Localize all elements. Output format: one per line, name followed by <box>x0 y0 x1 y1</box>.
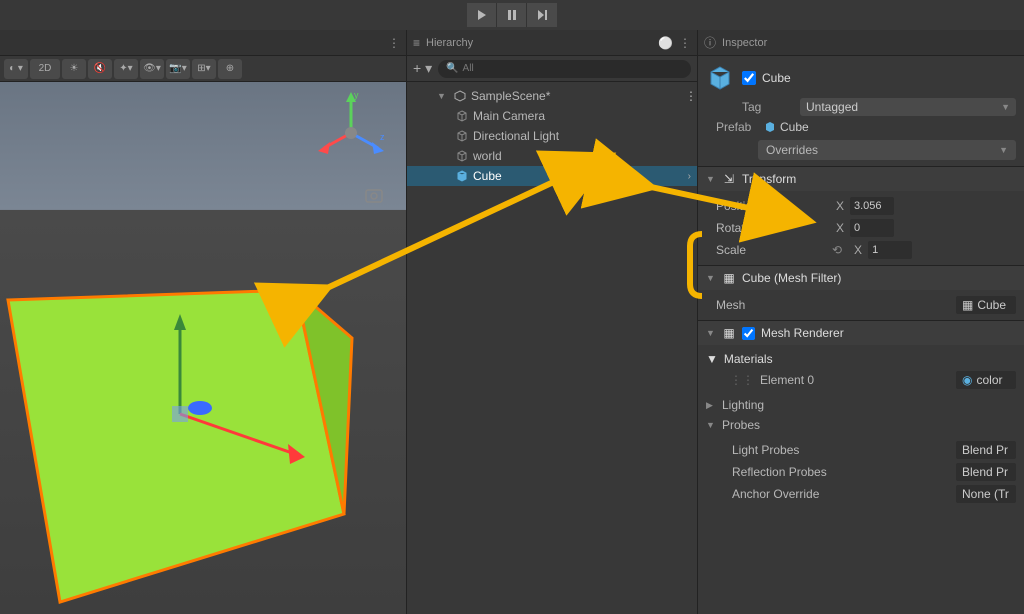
tag-label: Tag <box>742 100 792 114</box>
hierarchy-item-camera[interactable]: Main Camera <box>407 106 697 126</box>
link-icon[interactable]: ⟲ <box>832 243 842 257</box>
fold-arrow-icon[interactable]: ▼ <box>437 91 449 101</box>
materials-section[interactable]: ▼ Materials <box>706 349 1016 369</box>
reflection-probes-dropdown[interactable]: Blend Pr <box>956 463 1016 481</box>
position-x-field[interactable]: 3.056 <box>850 197 894 215</box>
scene-panel: ⋮ ◐ ▾ 2D ☀ 🔇 ✦▾ 👁▾ 📷▾ ⊞▾ ⊕ y z <box>0 30 406 614</box>
chevron-right-icon[interactable]: › <box>688 171 697 182</box>
scene-viewport[interactable]: y z <box>0 82 406 614</box>
transform-component: ▼ ⇲ Transform Position X 3.056 Rotation … <box>698 166 1024 265</box>
scene-tab-header: ⋮ <box>0 30 406 56</box>
active-checkbox[interactable] <box>742 71 756 85</box>
fold-arrow-icon[interactable]: ▼ <box>706 352 718 366</box>
hierarchy-item-world[interactable]: world <box>407 146 697 166</box>
kebab-icon[interactable]: ⋮ <box>679 36 691 50</box>
step-button[interactable] <box>527 3 557 27</box>
scale-x-field[interactable]: 1 <box>868 241 912 259</box>
probes-section[interactable]: ▼ Probes <box>698 415 1024 435</box>
2d-toggle[interactable]: 2D <box>30 59 60 79</box>
prefab-label: Prefab <box>706 120 756 134</box>
mesh-renderer-component: ▼ ▦ Mesh Renderer ▼ Materials ⋮⋮ Element… <box>698 320 1024 509</box>
shading-dropdown[interactable]: ◐ ▾ <box>4 59 28 79</box>
inspector-icon: ⓘ <box>704 34 716 51</box>
kebab-icon[interactable]: ⋮ <box>388 36 400 50</box>
playback-bar <box>0 0 1024 30</box>
rotation-row: Rotation X 0 <box>706 217 1016 239</box>
chevron-down-icon: ▼ <box>1001 102 1010 112</box>
inspector-title: Inspector <box>722 37 767 49</box>
scale-row: Scale ⟲ X 1 <box>706 239 1016 261</box>
fold-arrow-icon[interactable]: ▼ <box>706 328 716 338</box>
prefab-name: Cube <box>764 120 1016 134</box>
gizmos-dropdown[interactable]: ⊕ <box>218 59 242 79</box>
transform-icon: ⇲ <box>722 172 736 186</box>
lighting-toggle[interactable]: ☀ <box>62 59 86 79</box>
chevron-down-icon: ▼ <box>999 145 1008 155</box>
unity-icon <box>453 90 467 102</box>
renderer-enabled-checkbox[interactable] <box>742 327 755 340</box>
play-button[interactable] <box>467 3 497 27</box>
hierarchy-item-light[interactable]: Directional Light <box>407 126 697 146</box>
mesh-icon: ▦ <box>962 298 973 312</box>
gameobject-icon <box>455 130 469 142</box>
rotation-x-field[interactable]: 0 <box>850 219 894 237</box>
inspector-panel: ⓘ Inspector Cube Tag Untagged ▼ <box>698 30 1024 614</box>
scene-node[interactable]: ▼ SampleScene* ⋮ <box>407 86 697 106</box>
mesh-filter-header[interactable]: ▼ ▦ Cube (Mesh Filter) <box>698 266 1024 290</box>
hierarchy-title: Hierarchy <box>426 37 473 49</box>
hierarchy-item-cube[interactable]: Cube › <box>407 166 697 186</box>
cube-object[interactable] <box>0 82 406 614</box>
hierarchy-toolbar: + ▾ 🔍 All <box>407 56 697 82</box>
fold-arrow-icon[interactable]: ▼ <box>706 174 716 184</box>
gizmo-toggle[interactable]: ⊞▾ <box>192 59 216 79</box>
fold-arrow-icon[interactable]: ▼ <box>706 420 716 430</box>
tag-dropdown[interactable]: Untagged ▼ <box>800 98 1016 116</box>
pause-button[interactable] <box>497 3 527 27</box>
lighting-section[interactable]: ▶ Lighting <box>698 395 1024 415</box>
fx-toggle[interactable]: ✦▾ <box>114 59 138 79</box>
lock-icon[interactable]: ⚪ <box>658 36 673 50</box>
light-probes-dropdown[interactable]: Blend Pr <box>956 441 1016 459</box>
audio-toggle[interactable]: 🔇 <box>88 59 112 79</box>
inspector-header: Cube <box>698 60 1024 96</box>
hierarchy-icon: ≡ <box>413 36 420 50</box>
fold-arrow-icon[interactable]: ▶ <box>706 400 716 411</box>
object-icon[interactable] <box>706 64 734 92</box>
material-field[interactable]: ◉ color <box>956 371 1016 389</box>
gameobject-icon <box>455 150 469 162</box>
transform-header[interactable]: ▼ ⇲ Transform <box>698 167 1024 191</box>
overrides-dropdown[interactable]: Overrides ▼ <box>758 140 1016 160</box>
renderer-icon: ▦ <box>722 326 736 340</box>
create-dropdown[interactable]: + ▾ <box>413 60 432 77</box>
drag-handle-icon[interactable]: ⋮⋮ <box>730 373 754 387</box>
inspector-tab[interactable]: ⓘ Inspector <box>698 30 1024 56</box>
anchor-override-field[interactable]: None (Tr <box>956 485 1016 503</box>
position-row: Position X 3.056 <box>706 195 1016 217</box>
mesh-field[interactable]: ▦ Cube <box>956 296 1016 314</box>
gameobject-icon <box>455 110 469 122</box>
fold-arrow-icon[interactable]: ▼ <box>706 273 716 283</box>
search-icon: 🔍 <box>446 63 458 74</box>
mesh-icon: ▦ <box>722 271 736 285</box>
hierarchy-tree: ▼ SampleScene* ⋮ Main Camera Directional… <box>407 82 697 190</box>
mesh-renderer-header[interactable]: ▼ ▦ Mesh Renderer <box>698 321 1024 345</box>
hierarchy-tab[interactable]: ≡ Hierarchy ⚪ ⋮ <box>407 30 697 56</box>
mesh-filter-component: ▼ ▦ Cube (Mesh Filter) Mesh ▦ Cube <box>698 265 1024 320</box>
visibility-toggle[interactable]: 👁▾ <box>140 59 164 79</box>
kebab-icon[interactable]: ⋮ <box>685 89 697 103</box>
hierarchy-search[interactable]: 🔍 All <box>438 60 691 78</box>
material-icon: ◉ <box>962 373 972 387</box>
hierarchy-panel: ≡ Hierarchy ⚪ ⋮ + ▾ 🔍 All ▼ SampleScene*… <box>406 30 698 614</box>
scene-toolbar: ◐ ▾ 2D ☀ 🔇 ✦▾ 👁▾ 📷▾ ⊞▾ ⊕ <box>0 56 406 82</box>
camera-toggle[interactable]: 📷▾ <box>166 59 190 79</box>
prefab-icon <box>455 170 469 182</box>
